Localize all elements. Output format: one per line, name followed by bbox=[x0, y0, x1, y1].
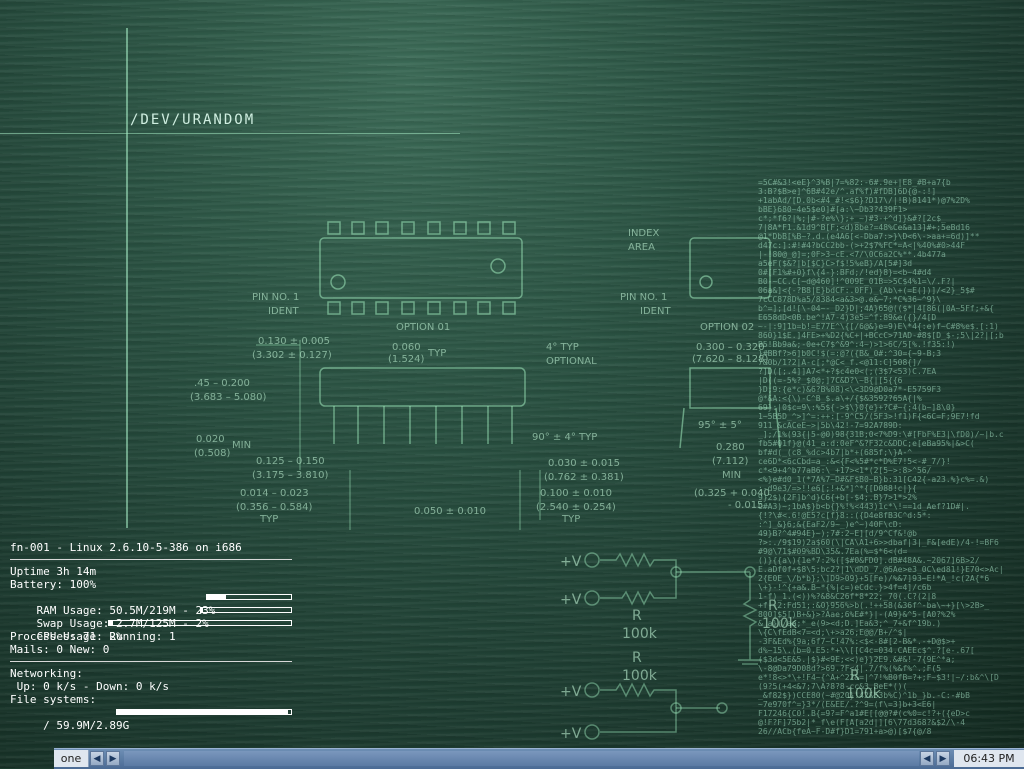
schematic-text: (3.302 ± 0.127) bbox=[252, 350, 332, 361]
filesystem-bar-fill bbox=[117, 710, 288, 714]
circuit-text: R bbox=[632, 608, 642, 624]
wallpaper-code-noise: =5C#&3!<eE}^3%B|7=%82:-6#.9e+|E8_#B+a7{b… bbox=[758, 178, 1004, 736]
filesystem-row: / 59.9M/2.89G bbox=[10, 706, 294, 732]
schematic-text: 90° ± 4° TYP bbox=[532, 432, 597, 443]
processes-text: Processes: 71 Running: 1 bbox=[10, 630, 176, 643]
task-list[interactable] bbox=[124, 751, 919, 766]
ram-bar bbox=[206, 594, 292, 600]
schematic-text: TYP bbox=[427, 348, 446, 359]
ic-index-dot bbox=[490, 258, 506, 274]
schematic-text: (7.112) bbox=[712, 456, 749, 467]
schematic-text: 0.014 – 0.023 bbox=[240, 488, 309, 499]
mails-text: Mails: 0 New: 0 bbox=[10, 643, 110, 656]
networking-title: Networking: bbox=[10, 667, 83, 680]
clock[interactable]: 06:43 PM bbox=[954, 750, 1024, 767]
swap-bar bbox=[200, 607, 292, 613]
cpu-bar-fill bbox=[109, 621, 113, 625]
schematic-text: 0.125 – 0.150 bbox=[256, 456, 325, 467]
schematic-text: (0.762 ± 0.381) bbox=[544, 472, 624, 483]
schematic-text: TYP bbox=[259, 514, 278, 525]
circuit-text: +V bbox=[560, 684, 582, 700]
cpu-bar bbox=[108, 620, 292, 626]
filesystem-text: / 59.9M/2.89G bbox=[36, 719, 130, 732]
schematic-text: PIN NO. 1 bbox=[252, 292, 299, 303]
schematic-text: 0.300 – 0.320 bbox=[696, 342, 765, 353]
uptime-text: Uptime 3h 14m bbox=[10, 565, 97, 578]
schematic-text: MIN bbox=[722, 470, 741, 481]
schematic-text: (2.540 ± 0.254) bbox=[536, 502, 616, 513]
schematic-text: 4° TYP bbox=[546, 342, 579, 353]
divider bbox=[10, 559, 292, 560]
schematic-text: (0.356 – 0.584) bbox=[236, 502, 313, 513]
filesystem-bar bbox=[116, 709, 292, 715]
desktop-switcher[interactable]: one bbox=[54, 750, 89, 767]
schematic-text: TYP bbox=[561, 514, 580, 525]
circuit-text: 100k bbox=[622, 668, 658, 684]
circuit-text: 100k bbox=[622, 626, 658, 642]
schematic-text: MIN bbox=[232, 440, 251, 451]
ic-side-legs bbox=[333, 406, 513, 444]
schematic-text: 0.050 ± 0.010 bbox=[414, 506, 486, 517]
schematic-text: OPTION 02 bbox=[700, 322, 754, 333]
schematic-text: AREA bbox=[628, 242, 655, 253]
schematic-text: IDENT bbox=[640, 306, 671, 317]
circuit-text: +V bbox=[560, 554, 582, 570]
scroll-tasks-right-button[interactable]: ▶ bbox=[936, 751, 950, 766]
system-monitor: fn-001 - Linux 2.6.10-5-386 on i686 Upti… bbox=[10, 541, 294, 732]
schematic-text: 0.280 bbox=[716, 442, 745, 453]
schematic-text: 0.020 bbox=[196, 434, 225, 445]
schematic-text: 0.060 bbox=[392, 342, 421, 353]
schematic-text: 95° ± 5° bbox=[698, 420, 742, 431]
previous-desktop-button[interactable]: ◀ bbox=[90, 751, 104, 766]
network-speed-text: Up: 0 k/s - Down: 0 k/s bbox=[10, 680, 169, 693]
schematic-text: .45 – 0.200 bbox=[194, 378, 250, 389]
scroll-tasks-left-button[interactable]: ◀ bbox=[920, 751, 934, 766]
schematic-text: INDEX bbox=[628, 228, 659, 239]
resistor-circuit bbox=[584, 552, 762, 740]
battery-text: Battery: 100% bbox=[10, 578, 97, 591]
ic-pin1-dot bbox=[330, 274, 346, 290]
schematic-text: IDENT bbox=[268, 306, 299, 317]
schematic-text: (0.508) bbox=[194, 448, 231, 459]
schematic-text: 0.100 ± 0.010 bbox=[540, 488, 612, 499]
schematic-text: 0.030 ± 0.015 bbox=[548, 458, 620, 469]
next-desktop-button[interactable]: ▶ bbox=[106, 751, 120, 766]
schematic-text: OPTIONAL bbox=[546, 356, 597, 367]
schematic-labels: PIN NO. 1 IDENT OPTION 01 OPTION 02 INDE… bbox=[190, 228, 770, 525]
ram-row: RAM Usage: 50.5M/219M - 23% bbox=[10, 591, 294, 617]
divider bbox=[10, 661, 292, 662]
schematic-text: PIN NO. 1 bbox=[620, 292, 667, 303]
circuit-text: +V bbox=[560, 592, 582, 608]
circuit-text: R bbox=[632, 650, 642, 666]
swap-row: Swap Usage: 2.7M/125M - 2% bbox=[10, 604, 294, 630]
swap-bar-fill bbox=[201, 608, 203, 612]
schematic-text: (1.524) bbox=[388, 354, 425, 365]
schematic-text: 0.130 ± 0.005 bbox=[258, 336, 330, 347]
schematic-text: OPTION 01 bbox=[396, 322, 450, 333]
cpu-row: CPU Usage: 2% bbox=[10, 617, 294, 643]
filesystems-title: File systems: bbox=[10, 693, 97, 706]
schematic-text: (3.175 – 3.810) bbox=[252, 470, 329, 481]
taskbar: one ◀ ▶ ◀ ▶ 06:43 PM bbox=[54, 748, 1024, 769]
schematic-text: (3.683 – 5.080) bbox=[190, 392, 267, 403]
ic-top-pins bbox=[327, 221, 516, 315]
ram-bar-fill bbox=[207, 595, 227, 599]
ic-side-view bbox=[319, 367, 526, 407]
ic-end-dot bbox=[699, 275, 713, 289]
circuit-text: +V bbox=[560, 726, 582, 742]
system-header: fn-001 - Linux 2.6.10-5-386 on i686 bbox=[10, 541, 242, 554]
